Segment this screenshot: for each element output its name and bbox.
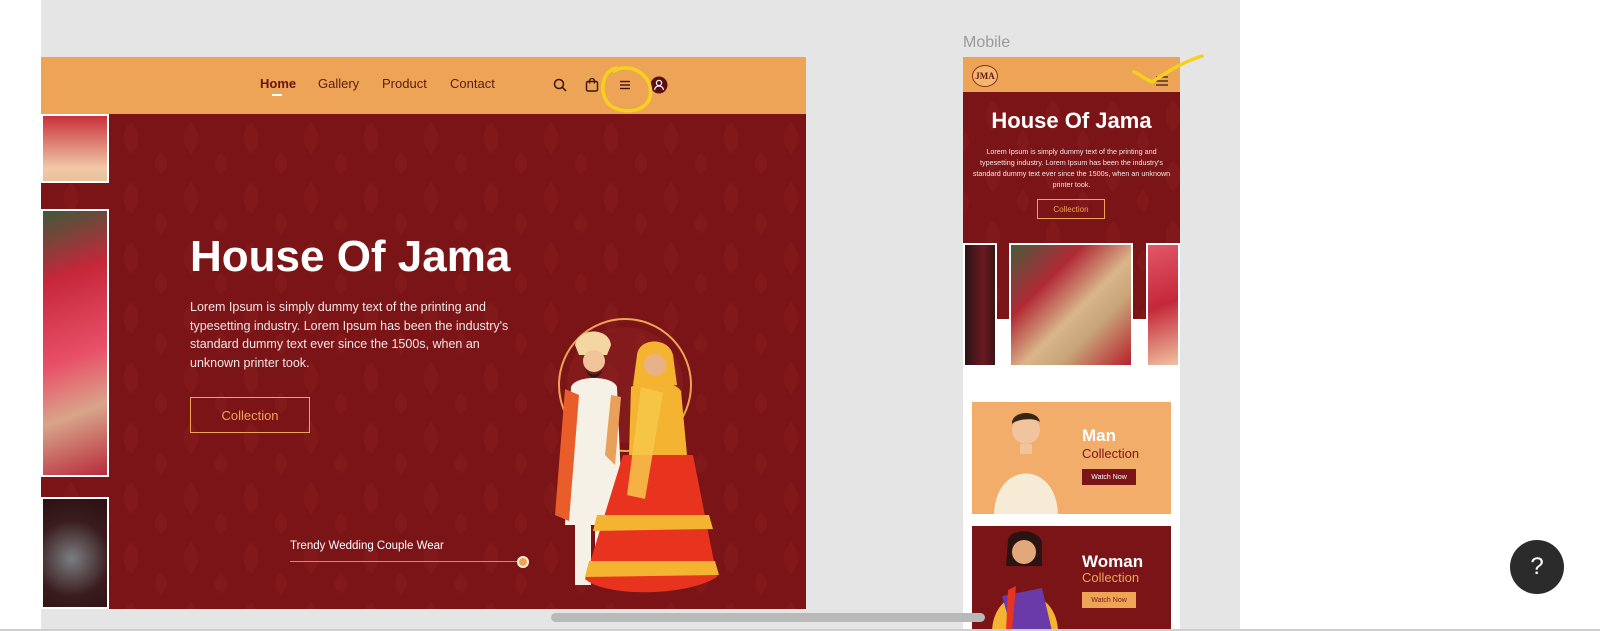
mobile-hero-title: House Of Jama (991, 108, 1152, 133)
carousel-image[interactable] (1009, 243, 1133, 367)
slide-progress-track (290, 561, 523, 562)
hero-description: Lorem Ipsum is simply dummy text of the … (190, 300, 509, 370)
woman-collection-card[interactable]: Woman Collection Watch Now (972, 526, 1171, 631)
mobile-frame-label: Mobile (963, 34, 1011, 51)
annotation-circle-mark (601, 66, 653, 113)
search-icon[interactable] (552, 77, 568, 93)
slide-caption: Trendy Wedding Couple Wear (290, 540, 444, 552)
nav-link-home[interactable]: Home (260, 76, 296, 91)
mobile-hero-description: Lorem Ipsum is simply dummy text of the … (972, 147, 1171, 189)
canvas-left-margin (0, 0, 41, 631)
nav-link-product[interactable]: Product (382, 76, 427, 91)
gallery-thumbnail[interactable] (41, 497, 109, 609)
carousel-image[interactable] (963, 243, 997, 367)
watch-now-button[interactable]: Watch Now (1082, 469, 1136, 485)
help-button[interactable]: ? (1510, 540, 1564, 594)
collection-button[interactable]: Collection (190, 397, 310, 433)
hero-title: House Of Jama (190, 232, 511, 281)
card-title: Woman (1082, 552, 1144, 571)
woman-illustration (992, 531, 1058, 631)
wedding-couple-illustration (555, 318, 719, 593)
brand-logo[interactable]: JMA (972, 65, 998, 87)
gallery-thumbnail[interactable] (41, 114, 109, 183)
man-illustration (994, 413, 1058, 514)
gallery-thumbnail[interactable] (41, 209, 109, 477)
card-subtitle: Collection (1082, 446, 1140, 461)
watch-now-button[interactable]: Watch Now (1082, 592, 1136, 608)
man-collection-card[interactable]: Man Collection Watch Now (972, 402, 1171, 514)
mobile-collection-button[interactable]: Collection (1037, 199, 1105, 219)
nav-link-gallery[interactable]: Gallery (318, 76, 359, 91)
card-title: Man (1082, 426, 1116, 445)
carousel-image[interactable] (1146, 243, 1180, 367)
nav-link-contact[interactable]: Contact (450, 76, 495, 91)
horizontal-scrollbar[interactable] (551, 613, 985, 622)
card-subtitle: Collection (1082, 570, 1140, 585)
annotation-check-mark (1132, 54, 1204, 84)
design-canvas-viewport: Home Gallery Product Contact House Of Ja… (0, 0, 1600, 631)
nav-active-indicator (272, 94, 282, 96)
slide-progress-handle[interactable] (517, 556, 529, 568)
